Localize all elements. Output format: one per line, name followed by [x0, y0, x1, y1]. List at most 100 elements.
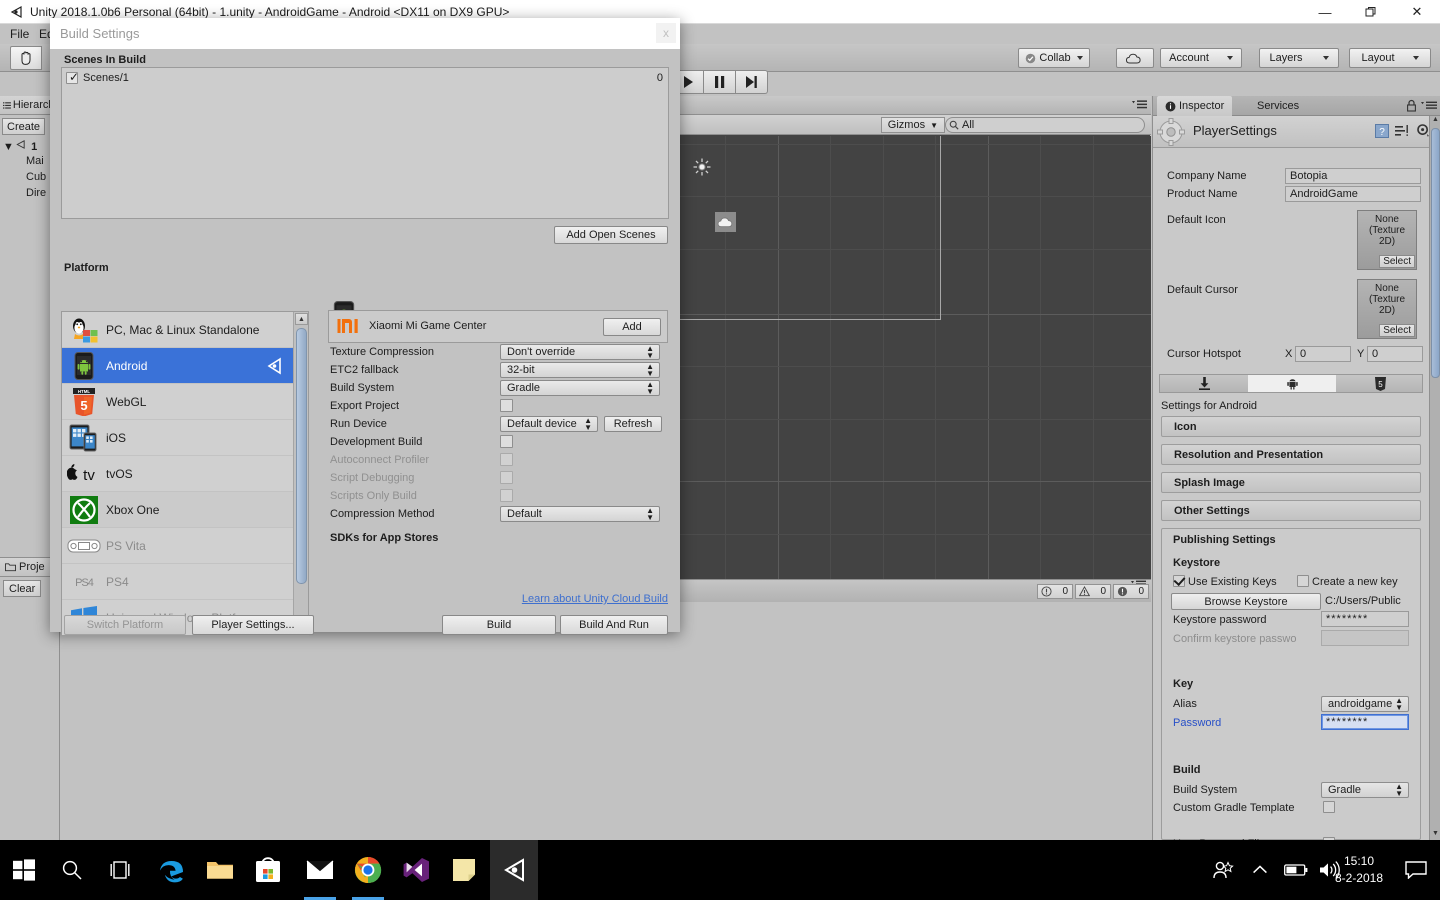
inspector-section-splash[interactable]: Splash Image — [1161, 472, 1421, 493]
texture-compression-dropdown[interactable]: Don't override ▲ ▼ — [500, 344, 660, 360]
hierarchy-scene-root[interactable]: ▼ 1 — [3, 139, 37, 153]
inspector-section-other[interactable]: Other Settings — [1161, 500, 1421, 521]
lock-icon[interactable] — [1406, 99, 1417, 112]
file-explorer-icon[interactable] — [196, 840, 244, 900]
notifications-icon[interactable] — [1398, 840, 1434, 900]
platform-list[interactable]: PC, Mac & Linux Standalone Android HTML … — [61, 311, 309, 636]
platform-item-android[interactable]: Android — [62, 348, 294, 384]
window-maximize-button[interactable] — [1348, 0, 1394, 24]
platform-tab-webgl[interactable]: 5 — [1336, 375, 1424, 392]
platform-scrollbar-thumb[interactable] — [296, 328, 307, 584]
start-button[interactable] — [0, 840, 48, 900]
build-settings-close-button[interactable]: x — [656, 23, 676, 43]
hierarchy-item-cube[interactable]: Cub — [26, 171, 46, 183]
help-icon[interactable]: ? — [1375, 124, 1389, 138]
build-button[interactable]: Build — [442, 615, 556, 635]
default-cursor-select-button[interactable]: Select — [1379, 324, 1415, 337]
inspector-scrollbar[interactable]: ▲ ▼ — [1429, 116, 1440, 840]
edge-icon[interactable] — [148, 840, 196, 900]
alias-dropdown[interactable]: androidgame ▲ ▼ — [1321, 696, 1409, 712]
directional-light-gizmo[interactable] — [693, 158, 711, 176]
inspector-section-icon[interactable]: Icon — [1161, 416, 1421, 437]
show-hidden-icons-icon[interactable] — [1252, 840, 1268, 900]
mail-icon[interactable] — [296, 840, 344, 900]
scenes-in-build-list[interactable]: ✓ Scenes/1 0 — [61, 67, 669, 219]
cursor-y-input[interactable]: 0 — [1367, 346, 1423, 362]
preset-icon[interactable] — [1395, 124, 1409, 138]
layers-button[interactable]: Layers — [1259, 48, 1339, 68]
pause-button[interactable] — [704, 70, 736, 94]
platform-item-xbox-one[interactable]: Xbox One — [62, 492, 294, 528]
default-cursor-object-field[interactable]: None (Texture 2D) Select — [1357, 279, 1417, 339]
step-button[interactable] — [736, 70, 768, 94]
etc2-fallback-dropdown[interactable]: 32-bit ▲ ▼ — [500, 362, 660, 378]
tab-services[interactable]: Services — [1249, 96, 1307, 116]
key-password-input[interactable]: ******** — [1321, 714, 1409, 730]
default-icon-select-button[interactable]: Select — [1379, 255, 1415, 268]
cloud-build-link[interactable]: Learn about Unity Cloud Build — [522, 593, 668, 605]
people-icon[interactable] — [1212, 840, 1234, 900]
layout-button[interactable]: Layout — [1349, 48, 1431, 68]
browse-keystore-button[interactable]: Browse Keystore — [1171, 593, 1321, 610]
company-name-input[interactable]: Botopia — [1285, 168, 1421, 184]
collab-button[interactable]: Collab — [1018, 48, 1090, 68]
scene-enabled-checkbox[interactable]: ✓ — [66, 70, 79, 84]
sticky-notes-icon[interactable] — [440, 840, 488, 900]
keystore-password-input[interactable]: ******** — [1321, 611, 1409, 627]
development-build-checkbox[interactable] — [500, 435, 513, 448]
inspector-build-system-dropdown[interactable]: Gradle ▲ ▼ — [1321, 782, 1409, 798]
task-view-icon[interactable] — [96, 840, 144, 900]
console-error-count[interactable]: 0 — [1037, 584, 1073, 599]
battery-icon[interactable] — [1284, 840, 1308, 900]
sdk-add-button[interactable]: Add — [603, 318, 661, 336]
unity-icon[interactable] — [490, 840, 538, 900]
window-minimize-button[interactable]: — — [1302, 0, 1348, 24]
window-close-button[interactable]: ✕ — [1394, 0, 1440, 24]
visual-studio-icon[interactable] — [392, 840, 440, 900]
confirm-keystore-password-input[interactable] — [1321, 630, 1409, 646]
build-and-run-button[interactable]: Build And Run — [560, 615, 668, 635]
menu-file[interactable]: File — [6, 27, 33, 41]
switch-platform-button[interactable]: Switch Platform — [64, 615, 186, 635]
player-settings-button[interactable]: Player Settings... — [192, 615, 314, 635]
platform-item-pc-mac-linux-standalone[interactable]: PC, Mac & Linux Standalone — [62, 312, 294, 348]
add-open-scenes-button[interactable]: Add Open Scenes — [554, 226, 668, 244]
chrome-icon[interactable] — [344, 840, 392, 900]
gizmos-button[interactable]: Gizmos ▼ — [880, 117, 945, 133]
platform-list-scrollbar[interactable]: ▲ ▼ — [293, 312, 308, 635]
run-device-dropdown[interactable]: Default device ▲ ▼ — [500, 416, 598, 432]
use-existing-keys-checkbox[interactable] — [1173, 575, 1185, 587]
search-icon[interactable] — [48, 840, 96, 900]
store-icon[interactable] — [244, 840, 292, 900]
build-system-dropdown[interactable]: Gradle ▲ ▼ — [500, 380, 660, 396]
platform-item-ps4[interactable]: PS4 PS4 — [62, 564, 294, 600]
hierarchy-item-main-camera[interactable]: Mai — [26, 155, 44, 167]
main-camera-gizmo[interactable] — [715, 212, 736, 232]
compression-method-dropdown[interactable]: Default ▲ ▼ — [500, 506, 660, 522]
console-warning-count[interactable]: 0 — [1075, 584, 1111, 599]
account-button[interactable]: Account — [1160, 48, 1242, 68]
scene-list-item[interactable]: ✓ Scenes/1 0 — [63, 69, 669, 87]
cloud-button[interactable] — [1116, 48, 1154, 68]
tab-inspector[interactable]: Inspector — [1157, 96, 1233, 116]
inspector-section-resolution[interactable]: Resolution and Presentation — [1161, 444, 1421, 465]
scene-search-input[interactable]: All — [945, 117, 1145, 133]
refresh-devices-button[interactable]: Refresh — [604, 416, 662, 432]
platform-item-ios[interactable]: iOS — [62, 420, 294, 456]
create-new-key-checkbox[interactable] — [1297, 575, 1309, 587]
platform-tab-standalone[interactable] — [1160, 375, 1248, 392]
console-clear-button[interactable]: Clear — [3, 580, 42, 597]
cursor-x-input[interactable]: 0 — [1295, 346, 1351, 362]
default-icon-object-field[interactable]: None (Texture 2D) Select — [1357, 210, 1417, 270]
hand-tool-button[interactable] — [10, 46, 42, 70]
taskbar-clock[interactable]: 15:10 8-2-2018 — [1326, 840, 1392, 900]
scene-canvas[interactable] — [673, 136, 1151, 579]
custom-gradle-template-checkbox[interactable] — [1323, 801, 1335, 813]
hierarchy-create-button[interactable]: Create — [2, 118, 46, 135]
platform-tab-android[interactable] — [1248, 375, 1336, 392]
platform-item-ps-vita[interactable]: PS Vita — [62, 528, 294, 564]
panel-options-icon[interactable] — [1420, 100, 1438, 112]
panel-options-icon[interactable] — [1130, 98, 1148, 112]
platform-item-webgl[interactable]: HTML 5 WebGL — [62, 384, 294, 420]
scroll-up-arrow-icon[interactable]: ▲ — [295, 313, 308, 325]
